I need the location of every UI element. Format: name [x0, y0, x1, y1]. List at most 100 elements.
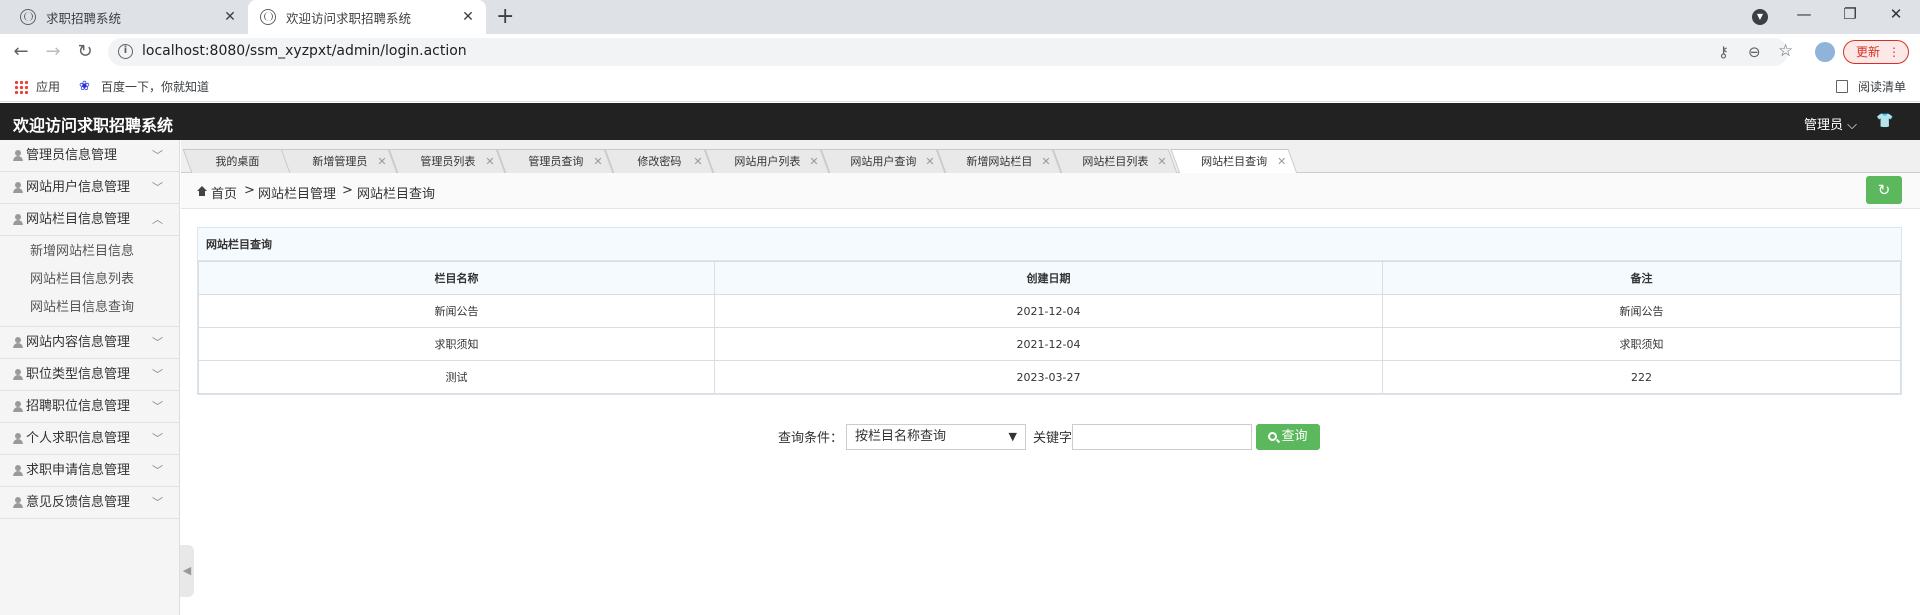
app-title: 欢迎访问求职招聘系统 — [13, 116, 174, 135]
close-icon[interactable]: ✕ — [1041, 150, 1050, 174]
tab-site-user-list[interactable]: 网站用户列表 ✕ — [704, 149, 830, 174]
tab-admin-query[interactable]: 管理员查询 ✕ — [496, 149, 614, 174]
close-icon[interactable]: ✕ — [220, 9, 240, 25]
chevron-down-icon: ⌵ — [1847, 118, 1858, 133]
globe-icon — [260, 9, 276, 25]
table-cell: 新闻公告 — [1382, 294, 1901, 328]
star-icon[interactable]: ☆ — [1778, 41, 1793, 61]
chevron-down-icon: ﹀ — [152, 496, 163, 509]
site-info-icon[interactable]: i — [118, 44, 133, 59]
results-table: 栏目名称 创建日期 备注 新闻公告 2021-12-04 新闻公告 求职须知 2… — [198, 261, 1901, 394]
reload-icon[interactable]: ↻ — [73, 40, 97, 64]
sidebar-item-job-postings[interactable]: 招聘职位信息管理 ﹀ — [0, 391, 179, 423]
sidebar-subitem-add-column[interactable]: 新增网站栏目信息 — [0, 238, 179, 266]
table-header-row: 栏目名称 创建日期 备注 — [198, 261, 1901, 295]
more-icon: ⋮ — [1888, 45, 1900, 59]
chevron-down-icon: ﹀ — [152, 400, 163, 413]
sidebar-item-site-users[interactable]: 网站用户信息管理 ﹀ — [0, 172, 179, 204]
minimize-icon[interactable]: — — [1781, 0, 1827, 30]
new-tab-icon[interactable]: + — [496, 3, 514, 31]
panel-title: 网站栏目查询 — [198, 228, 1901, 261]
table-row: 新闻公告 2021-12-04 新闻公告 — [198, 294, 1901, 328]
sidebar-item-site-columns[interactable]: 网站栏目信息管理 ︿ — [0, 204, 179, 236]
update-button[interactable]: 更新 ⋮ — [1843, 40, 1909, 64]
restore-icon[interactable]: ❐ — [1827, 0, 1873, 30]
tab-desktop[interactable]: 我的桌面 — [182, 149, 292, 173]
sidebar-item-admin[interactable]: 管理员信息管理 ﹀ — [0, 140, 179, 172]
browser-tab-strip: 求职招聘系统 ✕ 欢迎访问求职招聘系统 ✕ + ▼ — ❐ ✕ — [0, 0, 1920, 34]
back-icon[interactable]: ← — [9, 40, 33, 64]
app-header: 欢迎访问求职招聘系统 管理员 ⌵ 👕 — [0, 103, 1920, 140]
sidebar-item-feedback[interactable]: 意见反馈信息管理 ﹀ — [0, 487, 179, 519]
close-icon[interactable]: ✕ — [1157, 150, 1166, 174]
tab-site-user-query[interactable]: 网站用户查询 ✕ — [820, 149, 946, 174]
forward-icon[interactable]: → — [41, 40, 65, 64]
window-close-icon[interactable]: ✕ — [1873, 0, 1919, 30]
close-icon[interactable]: ✕ — [377, 150, 386, 174]
chevron-down-icon: ﹀ — [152, 464, 163, 477]
url-text[interactable]: localhost:8080/ssm_xyzpxt/admin/login.ac… — [142, 43, 467, 59]
column-header: 栏目名称 — [198, 261, 715, 295]
close-icon[interactable]: ✕ — [809, 150, 818, 174]
zoom-icon[interactable]: ⊖ — [1748, 43, 1761, 61]
sidebar-item-job-seekers[interactable]: 个人求职信息管理 ﹀ — [0, 423, 179, 455]
keyword-input[interactable] — [1072, 424, 1252, 450]
bookmark-baidu[interactable]: ❀ 百度一下，你就知道 — [79, 78, 209, 95]
table-row: 求职须知 2021-12-04 求职须知 — [198, 327, 1901, 361]
table-cell: 2023-03-27 — [714, 360, 1383, 394]
tab-change-password[interactable]: 修改密码 ✕ — [604, 149, 714, 174]
tab-add-admin[interactable]: 新增管理员 ✕ — [280, 149, 398, 174]
tab-add-site-column[interactable]: 新增网站栏目 ✕ — [936, 149, 1062, 174]
user-icon — [13, 337, 23, 349]
close-icon[interactable]: ✕ — [1277, 150, 1286, 174]
sidebar-item-site-content[interactable]: 网站内容信息管理 ﹀ — [0, 327, 179, 359]
user-icon — [13, 150, 23, 162]
chevron-down-icon: ﹀ — [152, 336, 163, 349]
sidebar-item-applications[interactable]: 求职申请信息管理 ﹀ — [0, 455, 179, 487]
globe-icon — [20, 9, 36, 25]
refresh-icon: ↻ — [1877, 181, 1891, 199]
sidebar-item-job-types[interactable]: 职位类型信息管理 ﹀ — [0, 359, 179, 391]
tab-site-column-list[interactable]: 网站栏目列表 ✕ — [1052, 149, 1178, 174]
results-panel: 网站栏目查询 栏目名称 创建日期 备注 新闻公告 2021-12-04 新闻公告… — [197, 227, 1902, 395]
chevron-down-icon: ﹀ — [152, 368, 163, 381]
key-icon[interactable]: ⚷ — [1718, 43, 1729, 61]
browser-tab[interactable]: 求职招聘系统 ✕ — [8, 0, 248, 34]
tab-admin-list[interactable]: 管理员列表 ✕ — [388, 149, 506, 174]
condition-select[interactable]: 按栏目名称查询 ▼ — [846, 424, 1026, 450]
sidebar-collapse-handle[interactable]: ◀ — [180, 545, 194, 597]
user-icon — [13, 465, 23, 477]
keyword-label: 关键字 — [1033, 431, 1073, 446]
breadcrumb-level1[interactable]: 网站栏目管理 — [258, 183, 336, 202]
browser-toolbar: ← → ↻ i localhost:8080/ssm_xyzpxt/admin/… — [0, 34, 1920, 70]
reading-list[interactable]: 阅读清单 — [1836, 78, 1906, 95]
refresh-button[interactable]: ↻ — [1866, 176, 1902, 204]
table-cell: 2021-12-04 — [714, 294, 1383, 328]
close-icon[interactable]: ✕ — [693, 150, 702, 174]
sidebar-subitem-column-query[interactable]: 网站栏目信息查询 — [0, 294, 179, 322]
skin-icon[interactable]: 👕 — [1876, 113, 1893, 129]
user-menu[interactable]: 管理员 ⌵ — [1804, 114, 1857, 133]
table-cell: 222 — [1382, 360, 1901, 394]
chevron-down-icon: ﹀ — [152, 432, 163, 445]
close-icon[interactable]: ✕ — [458, 9, 478, 25]
bookmark-apps[interactable]: 应用 — [14, 78, 60, 95]
address-bar[interactable]: i localhost:8080/ssm_xyzpxt/admin/login.… — [108, 38, 1793, 66]
chevron-down-icon: ﹀ — [152, 149, 163, 162]
home-icon — [197, 186, 207, 198]
column-header: 创建日期 — [714, 261, 1383, 295]
browser-tab-active[interactable]: 欢迎访问求职招聘系统 ✕ — [248, 0, 486, 34]
close-icon[interactable]: ✕ — [925, 150, 934, 174]
tab-search-icon[interactable]: ▼ — [1752, 9, 1768, 25]
sidebar-subitem-column-list[interactable]: 网站栏目信息列表 — [0, 266, 179, 294]
tab-site-column-query[interactable]: 网站栏目查询 ✕ — [1170, 149, 1298, 174]
close-icon[interactable]: ✕ — [593, 150, 602, 174]
breadcrumb-home[interactable]: 首页 — [197, 183, 237, 202]
profile-avatar[interactable] — [1815, 42, 1835, 62]
search-icon — [1268, 432, 1278, 441]
user-icon — [13, 401, 23, 413]
close-icon[interactable]: ✕ — [485, 150, 494, 174]
query-button[interactable]: 查询 — [1256, 424, 1320, 450]
sidebar: 管理员信息管理 ﹀ 网站用户信息管理 ﹀ 网站栏目信息管理 ︿ 新增网站栏目信息… — [0, 140, 180, 615]
breadcrumb-separator: > — [342, 183, 353, 198]
